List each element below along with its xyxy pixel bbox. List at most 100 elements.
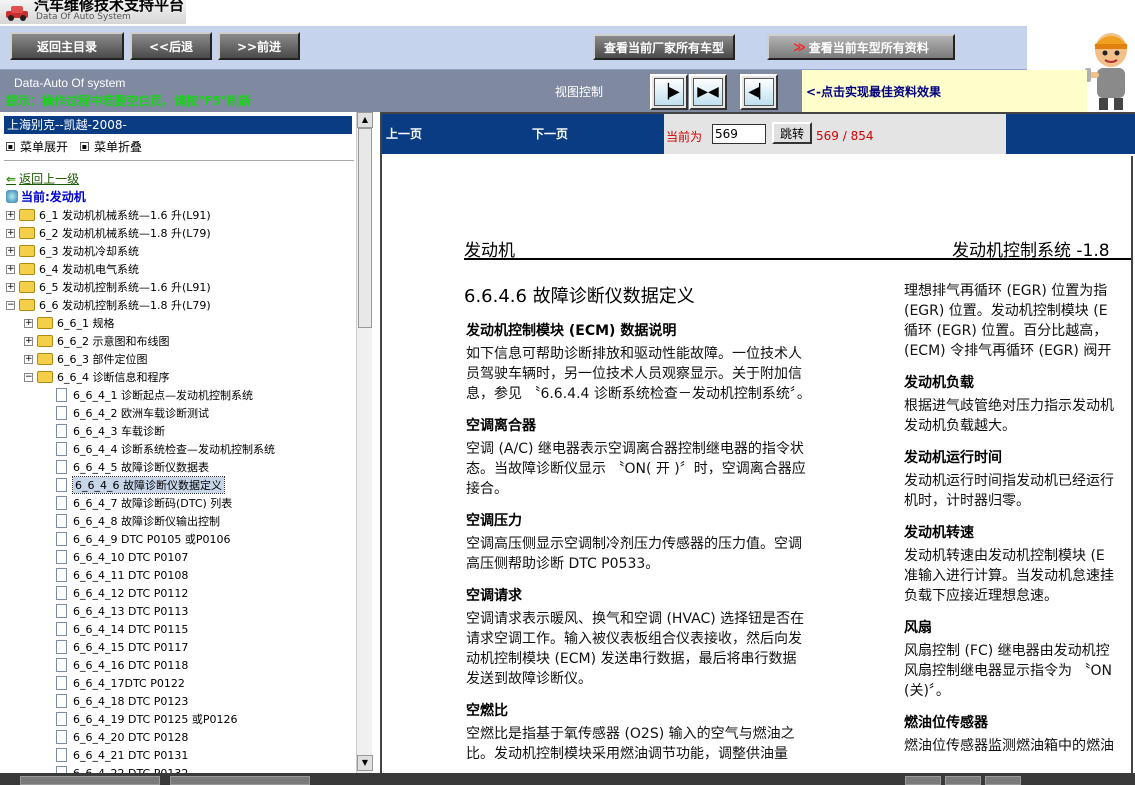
tree-item-label: 6_6_4_14 DTC P0115 (73, 622, 189, 636)
tree-page-item[interactable]: 6_6_4_5 故障诊断仪数据表 (42, 458, 209, 476)
expand-icon[interactable]: + (6, 228, 15, 238)
bottom-button[interactable] (945, 776, 981, 785)
expand-icon[interactable]: + (6, 246, 15, 256)
tree-page-item[interactable]: 6_6_4_8 故障诊断仪输出控制 (42, 512, 220, 530)
tree-item-label: 6_6_4_16 DTC P0118 (73, 658, 189, 672)
document-page-icon (56, 568, 67, 582)
expand-icon[interactable]: + (24, 354, 33, 364)
paragraph-line: 发送到故障诊断仪。 (466, 671, 592, 687)
section-heading: 发动机负载 (904, 375, 974, 391)
tree-page-item[interactable]: 6_6_4_7 故障诊断码(DTC) 列表 (42, 494, 232, 512)
view-expand-right-button[interactable]: ▕▶ (650, 74, 688, 110)
tree-page-item[interactable]: 6_6_4_14 DTC P0115 (42, 620, 188, 638)
tree-page-item[interactable]: 6_6_4_22 DTC P0132 (42, 764, 188, 773)
document-page-icon (56, 388, 67, 402)
expand-icon[interactable]: + (6, 264, 15, 274)
tree-item-label: 6_6_4_11 DTC P0108 (73, 568, 189, 582)
collapse-icon[interactable]: − (24, 372, 33, 382)
forward-button[interactable]: >>前进 (218, 32, 300, 60)
tree-folder-item[interactable]: +6_6_2 示意图和布线图 (24, 332, 170, 350)
tree-folder-item[interactable]: +6_5 发动机控制系统—1.6 升(L91) (6, 278, 211, 296)
section-heading: 空调离合器 (466, 418, 536, 434)
tree-page-item[interactable]: 6_6_4_21 DTC P0131 (42, 746, 188, 764)
tree-item-label: 6_6_4_3 车载诊断 (73, 425, 165, 438)
menu-collapse-button[interactable]: ▪ 菜单折叠 (80, 138, 142, 155)
document-page-icon (56, 604, 67, 618)
scroll-down-icon[interactable]: ▼ (357, 755, 373, 771)
document-page-icon (56, 406, 67, 420)
page-number-input[interactable] (712, 124, 766, 144)
collapse-icon[interactable]: − (6, 300, 15, 310)
tree-page-item[interactable]: 6_6_4_1 诊断起点—发动机控制系统 (42, 386, 253, 404)
paragraph-line: (ECM) 令排气再循环 (EGR) 阀开 (904, 343, 1112, 359)
tree-page-item[interactable]: 6_6_4_4 诊断系统检查—发动机控制系统 (42, 440, 275, 458)
bottom-button[interactable] (905, 776, 941, 785)
section-heading: 发动机控制模块 (ECM) 数据说明 (466, 323, 677, 339)
tree-folder-item[interactable]: − 6_6_4 诊断信息和程序 (24, 368, 170, 386)
tree-item-label: 6_6_4_12 DTC P0112 (73, 586, 189, 600)
tree-folder-item[interactable]: +6_3 发动机冷却系统 (6, 242, 139, 260)
tree-page-item[interactable]: 6_6_4_10 DTC P0107 (42, 548, 188, 566)
paragraph-line: 空调高压侧显示空调制冷剂压力传感器的压力值。空调 (466, 536, 802, 552)
paragraph-line: 根据进气歧管绝对压力指示发动机 (904, 398, 1114, 414)
scroll-up-icon[interactable]: ▲ (357, 112, 373, 128)
bottom-button[interactable] (170, 776, 310, 785)
section-heading: 燃油位传感器 (904, 715, 988, 731)
page-count: 569 / 854 (816, 129, 874, 143)
view-split-button[interactable]: ▶◀ (689, 74, 727, 110)
tree-page-item[interactable]: 6_6_4_9 DTC P0105 或P0106 (42, 530, 230, 548)
tree-page-item[interactable]: 6_6_4_12 DTC P0112 (42, 584, 188, 602)
jump-button[interactable]: 跳转 (772, 122, 812, 144)
paragraph-line: 接合。 (466, 481, 508, 497)
tree-page-item[interactable]: 6_6_4_3 车载诊断 (42, 422, 165, 440)
tree-item-label: 6_6_4_17DTC P0122 (73, 676, 185, 690)
tree-folder-item[interactable]: +6_6_1 规格 (24, 314, 115, 332)
refresh-notice: 提示：操作过程中若要空白页，请按"F5"刷新 (6, 94, 252, 108)
tree-page-item[interactable]: 6_6_4_15 DTC P0117 (42, 638, 188, 656)
menu-collapse-label: 菜单折叠 (94, 140, 143, 154)
car-logo-icon (6, 6, 28, 21)
app-logo: 汽车维修技术支持平台 Data Of Auto System (0, 0, 186, 24)
tree-page-item[interactable]: 6_6_4_11 DTC P0108 (42, 566, 188, 584)
tree-page-item[interactable]: 6_6_4_13 DTC P0113 (42, 602, 188, 620)
tree-item-label: 6_6_4_5 故障诊断仪数据表 (73, 461, 209, 474)
back-arrow-icon: ⇐ (6, 171, 17, 186)
next-page-link[interactable]: 下一页 (532, 125, 568, 142)
all-model-data-button[interactable]: ≫ 查看当前车型所有资料 (767, 34, 955, 60)
maker-models-button[interactable]: 查看当前厂家所有车型 (593, 34, 735, 60)
tree-page-item[interactable]: 6_6_4_2 欧洲车载诊断测试 (42, 404, 209, 422)
section-heading: 风扇 (904, 620, 932, 636)
back-button[interactable]: <<后退 (130, 32, 212, 60)
best-view-hint[interactable]: <-点击实现最佳资料效果 (802, 70, 1087, 112)
tree-folder-item[interactable]: +6_4 发动机电气系统 (6, 260, 139, 278)
tree-scrollbar[interactable]: ▲ ▼ (356, 112, 373, 773)
tree-page-item[interactable]: 6_6_4_16 DTC P0118 (42, 656, 188, 674)
tree-page-item[interactable]: 6_6_4_17DTC P0122 (42, 674, 185, 692)
tree-page-item[interactable]: 6_6_4_18 DTC P0123 (42, 692, 188, 710)
bottom-button[interactable] (985, 776, 1021, 785)
document-page-icon (56, 424, 67, 438)
expand-icon[interactable]: + (6, 210, 15, 220)
menu-expand-button[interactable]: ▪ 菜单展开 (6, 138, 68, 155)
scroll-thumb[interactable] (358, 128, 372, 328)
tree-folder-item[interactable]: − 6_6 发动机控制系统—1.8 升(L79) (6, 296, 211, 314)
expand-icon[interactable]: + (24, 318, 33, 328)
pager-bar: 上一页 下一页 当前为 跳转 569 / 854 (382, 114, 1135, 154)
prev-page-link[interactable]: 上一页 (386, 125, 422, 142)
bottom-button[interactable] (20, 776, 160, 785)
expand-icon[interactable]: + (24, 336, 33, 346)
expand-icon[interactable]: + (6, 282, 15, 292)
tree-folder-item[interactable]: +6_1 发动机机械系统—1.6 升(L91) (6, 206, 211, 224)
view-expand-left-button[interactable]: ◀▏ (740, 74, 778, 110)
paragraph-line: (EGR) 位置。发动机控制模块 (E (904, 303, 1108, 319)
tree-folder-item[interactable]: +6_6_3 部件定位图 (24, 350, 148, 368)
back-up-link[interactable]: ⇐ 返回上一级 (6, 170, 79, 187)
tree-folder-item[interactable]: +6_2 发动机机械系统—1.8 升(L79) (6, 224, 211, 242)
paragraph-line: 机时，计时器归零。 (904, 493, 1030, 509)
home-button[interactable]: 返回主目录 (10, 32, 124, 60)
tree-page-item[interactable]: 6_6_4_19 DTC P0125 或P0126 (42, 710, 237, 728)
tree-page-item[interactable]: 6_6_4_20 DTC P0128 (42, 728, 188, 746)
goto-page-box: 当前为 跳转 569 / 854 (664, 114, 1006, 154)
paragraph-line: 发动机运行时间指发动机已经运行 (904, 473, 1114, 489)
tree-page-item[interactable]: 6_6_4_6 故障诊断仪数据定义 (42, 476, 225, 494)
